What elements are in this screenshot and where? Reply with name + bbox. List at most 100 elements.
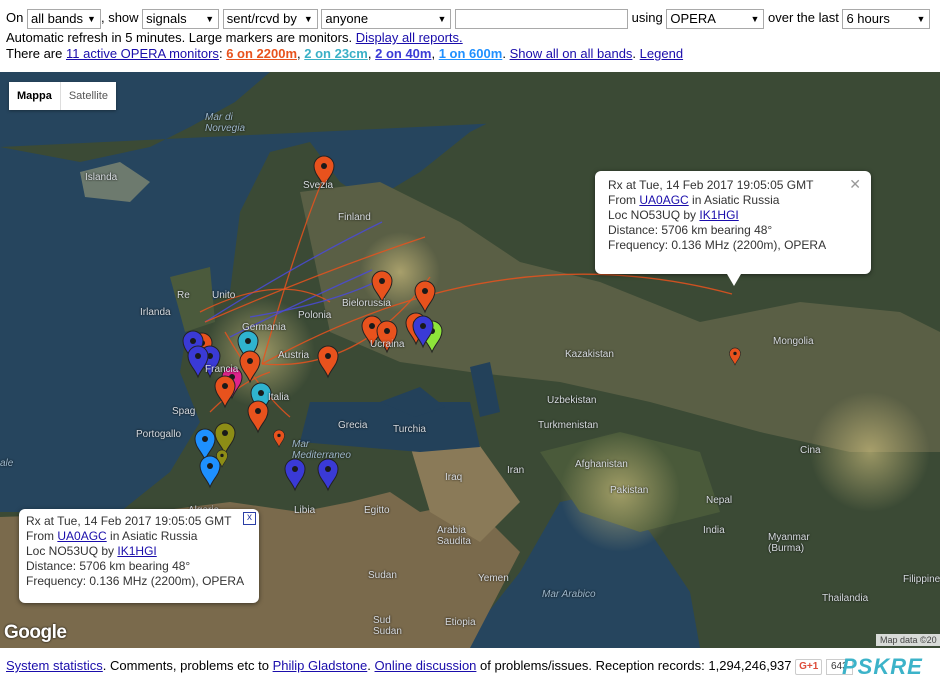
map-pin-dot <box>255 408 261 414</box>
info-from-location: in Asiatic Russia <box>110 529 198 543</box>
map-label-maremed: Mar Mediterraneo <box>292 439 351 461</box>
map-pin-dot <box>292 466 298 472</box>
map-label-norvegia: Mar di Norvegia <box>205 112 246 134</box>
map-label-iran: Iran <box>507 465 525 476</box>
online-discussion-link[interactable]: Online discussion <box>375 658 477 673</box>
map-type-satellite-button[interactable]: Satellite <box>59 82 116 110</box>
map-label-portogallo: Portogallo <box>136 429 182 440</box>
map-pin-dot <box>325 353 331 359</box>
band-select[interactable]: all bands ▼ <box>26 8 101 29</box>
map-label-uzbekistan: Uzbekistan <box>547 395 597 406</box>
comments-text: . Comments, problems etc to <box>102 658 269 673</box>
map-label-mongolia: Mongolia <box>773 336 814 347</box>
map-label-turchia: Turchia <box>393 424 426 435</box>
map-label-pakistan: Pakistan <box>610 485 649 496</box>
map-pin-dot <box>202 436 208 442</box>
map-label-svezia: Svezia <box>303 180 334 191</box>
show-select[interactable]: signals ▼ <box>142 8 220 29</box>
map-label-etiopia: Etiopia <box>445 617 476 628</box>
map-label-irlanda: Irlanda <box>140 307 171 318</box>
map-label-cina: Cina <box>800 445 821 456</box>
map-pin-dot <box>222 383 228 389</box>
map-pin-dot <box>325 466 331 472</box>
map-label-marearabico: Mar Arabico <box>542 589 596 600</box>
map-label-yemen: Yemen <box>478 573 509 584</box>
close-icon[interactable]: x <box>243 512 256 525</box>
map-pin-dot <box>733 351 737 356</box>
who-select[interactable]: anyone ▼ <box>321 8 452 29</box>
callsign-input[interactable] <box>455 8 629 29</box>
info-frequency: Frequency: 0.136 MHz (2200m), OPERA <box>608 238 827 252</box>
period-text: . <box>632 46 637 61</box>
info-loc-call-link[interactable]: IK1HGI <box>117 544 156 558</box>
google-plus-button[interactable]: G+1 <box>795 658 823 675</box>
map-view[interactable]: Mappa Satellite Islanda Mar di Norvegia Sv… <box>0 72 940 648</box>
map-label-bielorussia: Bielorussia <box>342 298 391 309</box>
mode-select[interactable]: OPERA ▼ <box>666 8 765 29</box>
band-23-link[interactable]: 2 on 23cm <box>304 46 368 61</box>
monitors-row: There are 11 active OPERA monitors: 6 on… <box>6 46 936 62</box>
map-label-islanda: Islanda <box>85 172 118 183</box>
close-icon[interactable]: ✕ <box>849 177 861 192</box>
band-2200-link[interactable]: 6 on 2200m <box>226 46 297 61</box>
map-data-attribution[interactable]: Map data ©20 <box>876 634 940 646</box>
system-statistics-link[interactable]: System statistics <box>6 658 103 673</box>
map-label-francia: Francia <box>205 364 239 375</box>
pskreporter-logo: PSKRE <box>842 654 923 679</box>
direction-select-value: sent/rcvd by <box>226 10 297 26</box>
chevron-down-icon: ▼ <box>303 13 313 24</box>
city-lights <box>810 392 930 512</box>
info-window-secondary: x Rx at Tue, 14 Feb 2017 19:05:05 GMT Fr… <box>19 509 259 603</box>
map-pin-dot <box>220 453 224 458</box>
refresh-row: Automatic refresh in 5 minutes. Large ma… <box>6 30 936 46</box>
monitors-link[interactable]: 11 active OPERA monitors <box>66 46 219 61</box>
time-select[interactable]: 6 hours ▼ <box>842 8 931 29</box>
footer: System statistics. Comments, problems et… <box>6 658 936 675</box>
mode-select-value: OPERA <box>670 10 716 26</box>
map-type-map-button[interactable]: Mappa <box>9 82 60 110</box>
legend-link[interactable]: Legend <box>640 46 683 61</box>
map-pin-dot <box>247 358 253 364</box>
map-label-finlandia: Finland <box>338 212 371 223</box>
map-pin-dot <box>420 323 426 329</box>
direction-select[interactable]: sent/rcvd by ▼ <box>222 8 318 29</box>
map-label-spagna: Spag <box>172 406 196 417</box>
map-type-control: Mappa Satellite <box>9 82 116 110</box>
info-from-row: From UA0AGC in Asiatic Russia <box>608 193 858 208</box>
map-label-turkmenistan: Turkmenistan <box>538 420 599 431</box>
map-label-regno: Re <box>177 290 190 301</box>
who-select-value: anyone <box>325 10 369 26</box>
comma-text: , <box>431 46 436 61</box>
info-distance: Distance: 5706 km bearing 48° <box>608 223 773 237</box>
map-label-egitto: Egitto <box>364 505 390 516</box>
chevron-down-icon: ▼ <box>87 13 96 24</box>
problems-text: of problems/issues. Reception records: <box>480 658 705 673</box>
map-label-ucraina: Ucraina <box>370 339 405 350</box>
map-label-india: India <box>703 525 725 536</box>
info-loc-row: Loc NO53UQ by IK1HGI <box>26 544 252 559</box>
band-600-link[interactable]: 1 on 600m <box>439 46 503 61</box>
map-label-italia: Italia <box>268 392 290 403</box>
map-pin-dot <box>222 430 228 436</box>
info-loc-label: Loc NO53UQ by <box>26 544 115 558</box>
info-loc-call-link[interactable]: IK1HGI <box>699 208 738 222</box>
map-pin-dot <box>277 433 281 438</box>
comma-text: , <box>297 46 301 61</box>
show-all-link[interactable]: Show all on all bands <box>510 46 633 61</box>
map-pin-dot <box>207 463 213 469</box>
info-loc-row: Loc NO53UQ by IK1HGI <box>608 208 858 223</box>
philip-gladstone-link[interactable]: Philip Gladstone <box>273 658 368 673</box>
map-label-libia: Libia <box>294 505 316 516</box>
display-all-link[interactable]: Display all reports. <box>356 30 463 45</box>
there-are-text: There are <box>6 46 63 61</box>
show-label: , show <box>100 10 139 25</box>
info-from-call-link[interactable]: UA0AGC <box>57 529 106 543</box>
comma-text: , <box>367 46 372 61</box>
on-label: On <box>6 10 24 25</box>
map-label-unito: Unito <box>212 290 236 301</box>
info-from-call-link[interactable]: UA0AGC <box>639 193 688 207</box>
refresh-text: Automatic refresh in 5 minutes. Large ma… <box>6 30 353 45</box>
controls-bar: On all bands ▼, show signals ▼ sent/rcvd b… <box>6 8 936 62</box>
band-40-link[interactable]: 2 on 40m <box>375 46 431 61</box>
time-select-value: 6 hours <box>846 10 890 26</box>
